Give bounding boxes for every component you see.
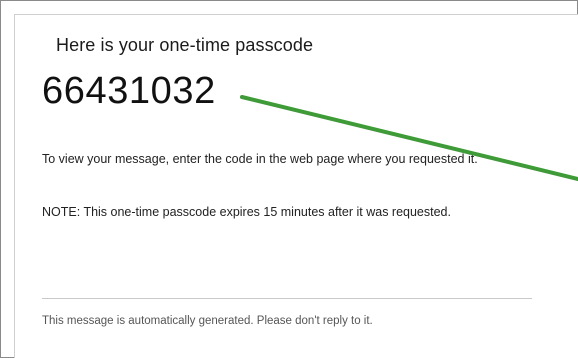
expiry-note: NOTE: This one-time passcode expires 15 … (42, 205, 451, 219)
footer-divider (42, 298, 532, 299)
email-body (14, 14, 578, 358)
passcode-value: 66431032 (42, 70, 216, 112)
passcode-heading: Here is your one-time passcode (56, 35, 314, 55)
instruction-text: To view your message, enter the code in … (42, 152, 478, 166)
auto-generated-footer: This message is automatically generated.… (42, 315, 373, 327)
